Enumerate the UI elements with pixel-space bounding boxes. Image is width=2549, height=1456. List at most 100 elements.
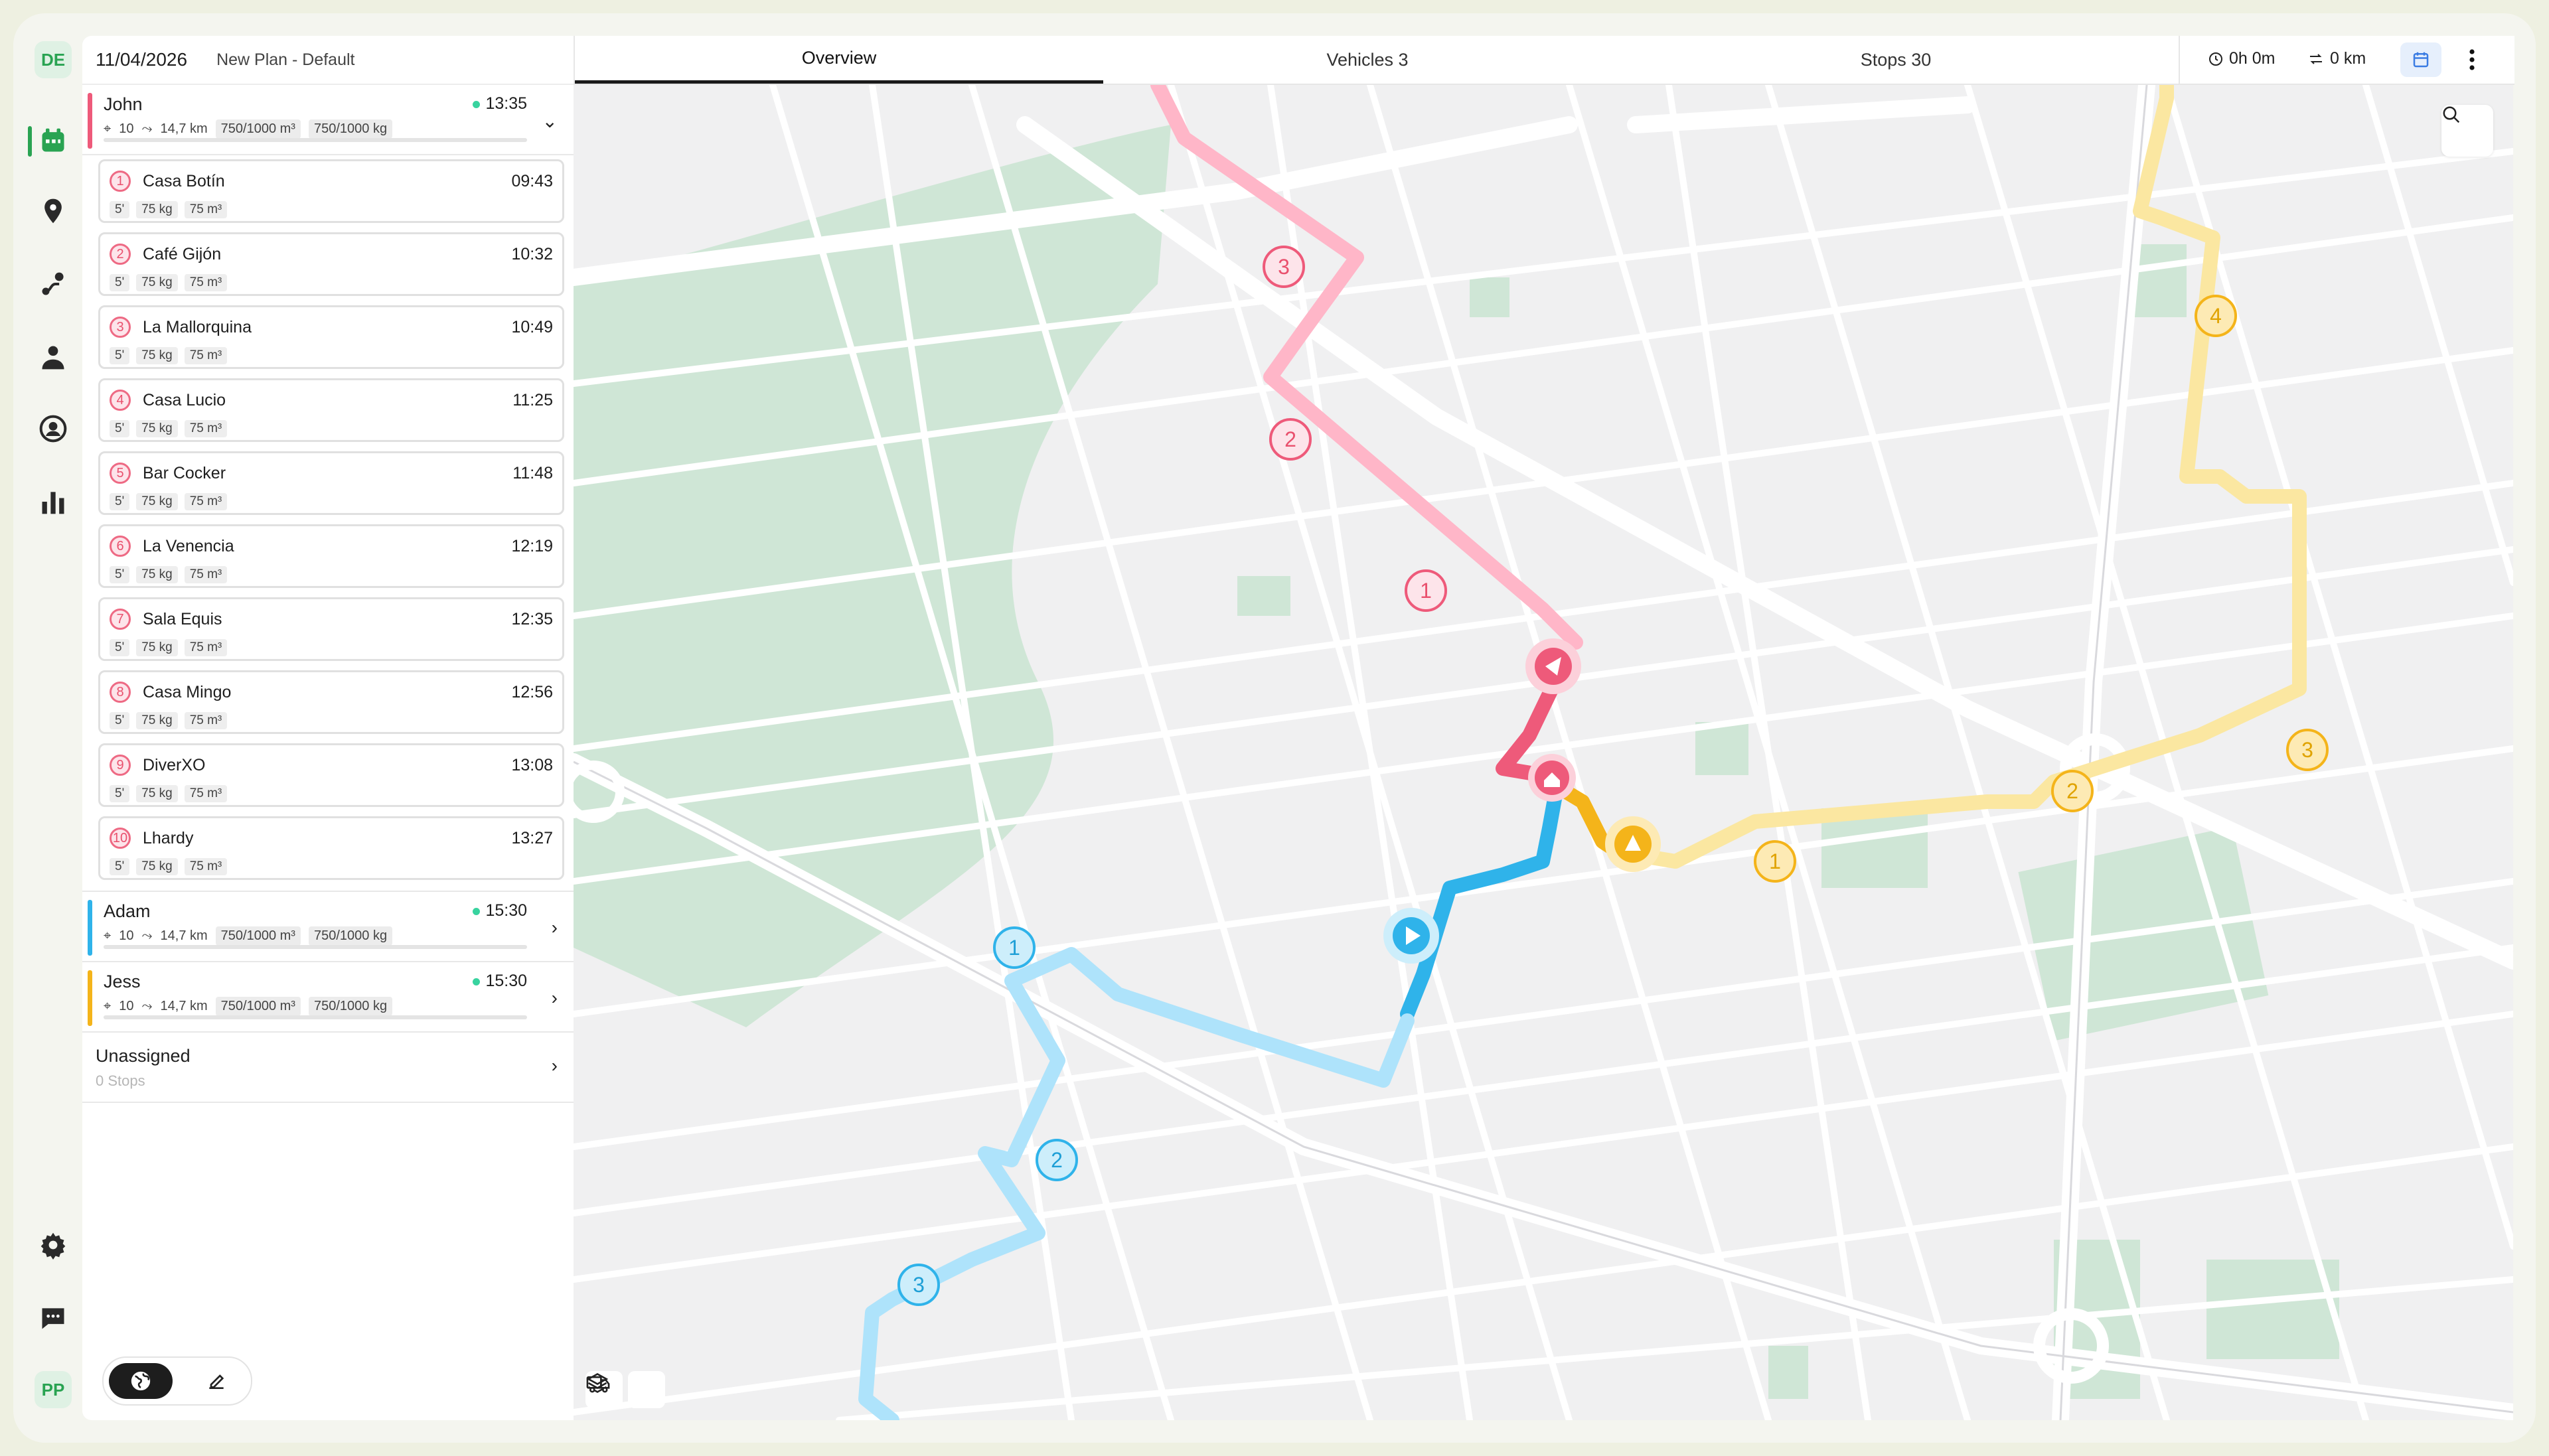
stop-card[interactable]: 6 La Venencia 12:19 5' 75 kg 75 m³ — [98, 524, 564, 588]
stop-number: 7 — [110, 609, 131, 630]
vehicle-name: Adam — [104, 901, 151, 921]
vehicle-stop-count: 10 — [119, 999, 134, 1013]
svg-text:2: 2 — [1284, 427, 1296, 451]
calendar-icon[interactable] — [33, 121, 73, 161]
stop-card[interactable]: 3 La Mallorquina 10:49 5' 75 kg 75 m³ — [98, 305, 564, 369]
view-mode-toggle — [102, 1356, 252, 1406]
stop-name: Bar Cocker — [143, 464, 226, 482]
vehicle-row-john[interactable]: John 13:35 ⌖ 10 ⤳ 14,7 km 750/1000 m³ 750/… — [82, 85, 574, 155]
stop-card[interactable]: 5 Bar Cocker 11:48 5' 75 kg 75 m³ — [98, 451, 564, 515]
search-icon[interactable] — [2441, 105, 2493, 157]
chat-icon[interactable] — [33, 1298, 73, 1338]
vehicle-row-adam[interactable]: Adam 15:30 ⌖ 10 ⤳ 14,7 km 750/1000 m³ 750/… — [82, 891, 574, 962]
clock-icon — [2209, 52, 2222, 66]
map-stop-yellow-1: 1 — [1754, 840, 1796, 883]
chevron-right-icon[interactable]: › — [552, 987, 558, 1009]
chevron-down-icon[interactable]: ⌄ — [542, 110, 558, 132]
chevron-right-icon[interactable]: › — [552, 1055, 558, 1076]
stop-name: La Mallorquina — [143, 318, 252, 336]
plan-name[interactable]: New Plan - Default — [216, 50, 354, 70]
vehicle-weight: 750/1000 kg — [308, 997, 393, 1016]
unassigned-count: 0 Stops — [96, 1072, 145, 1089]
workspace-badge[interactable]: DE — [35, 41, 72, 78]
svg-text:4: 4 — [2210, 304, 2222, 328]
user-circle-icon[interactable] — [33, 409, 73, 449]
vehicle-stats: ⌖ 10 ⤳ 14,7 km 750/1000 m³ 750/1000 kg — [104, 926, 393, 946]
stop-card[interactable]: 2 Café Gijón 10:32 5' 75 kg 75 m³ — [98, 232, 564, 296]
stop-card[interactable]: 1 Casa Botín 09:43 5' 75 kg 75 m³ — [98, 159, 564, 223]
stop-list: 1 Casa Botín 09:43 5' 75 kg 75 m³ 2 Café Gijón… — [82, 155, 574, 891]
stop-card[interactable]: 4 Casa Lucio 11:25 5' 75 kg 75 m³ — [98, 378, 564, 442]
stop-card[interactable]: 10 Lhardy 13:27 5' 75 kg 75 m³ — [98, 816, 564, 880]
stop-number: 1 — [110, 171, 131, 192]
stop-meta: 5' 75 kg 75 m³ — [110, 566, 228, 583]
vehicle-volume: 750/1000 m³ — [215, 119, 301, 139]
tab-stops[interactable]: Stops 30 — [1632, 36, 2160, 84]
map-pin-icon[interactable] — [33, 191, 73, 231]
svg-text:3: 3 — [2301, 738, 2313, 762]
stop-time: 13:27 — [511, 829, 553, 847]
stop-time: 12:56 — [511, 683, 553, 701]
route-icon: ⤳ — [141, 928, 153, 943]
more-options-icon[interactable] — [2459, 42, 2485, 77]
vehicle-row-jess[interactable]: Jess 15:30 ⌖ 10 ⤳ 14,7 km 750/1000 m³ 750/… — [82, 962, 574, 1033]
stop-time: 09:43 — [511, 172, 553, 190]
gear-icon[interactable] — [33, 1225, 73, 1265]
stop-card[interactable]: 7 Sala Equis 12:35 5' 75 kg 75 m³ — [98, 597, 564, 661]
route-icon: ⤳ — [141, 999, 153, 1013]
vehicle-stop-count: 10 — [119, 928, 134, 943]
driver-icon[interactable] — [33, 337, 73, 377]
stop-card[interactable]: 8 Casa Mingo 12:56 5' 75 kg 75 m³ — [98, 670, 564, 734]
user-avatar[interactable]: PP — [35, 1371, 72, 1408]
bar-chart-icon[interactable] — [33, 482, 73, 522]
route-icon[interactable] — [33, 264, 73, 304]
plan-date[interactable]: 11/04/2026 — [96, 49, 187, 70]
pin-icon: ⌖ — [104, 928, 112, 943]
map-stop-blue-1: 1 — [993, 926, 1036, 969]
stop-name: Lhardy — [143, 829, 194, 847]
divider — [2179, 36, 2180, 84]
truck-icon[interactable] — [586, 1371, 665, 1408]
stop-number: 3 — [110, 317, 131, 338]
tab-vehicles[interactable]: Vehicles 3 — [1103, 36, 1632, 84]
vehicle-weight: 750/1000 kg — [308, 119, 393, 139]
stop-card[interactable]: 9 DiverXO 13:08 5' 75 kg 75 m³ — [98, 743, 564, 807]
stop-name: Café Gijón — [143, 245, 222, 263]
vehicle-color-stripe — [88, 970, 92, 1026]
chevron-right-icon[interactable]: › — [552, 917, 558, 938]
map-stop-pink-2: 2 — [1269, 418, 1312, 461]
vehicle-distance: 14,7 km — [160, 999, 208, 1013]
vehicle-progress-bar — [104, 945, 527, 949]
stop-number: 10 — [110, 828, 131, 849]
route-map[interactable]: 3 2 1 1 2 3 1 2 3 4 — [574, 85, 2513, 1420]
svg-text:1: 1 — [1769, 849, 1781, 873]
total-duration: 0h 0m — [2208, 49, 2275, 68]
stop-meta: 5' 75 kg 75 m³ — [110, 274, 228, 291]
unassigned-row[interactable]: Unassigned 0 Stops › — [82, 1033, 574, 1103]
vehicle-progress-bar — [104, 1015, 527, 1019]
vehicle-name: Jess — [104, 972, 141, 991]
pin-icon: ⌖ — [104, 121, 112, 136]
stop-number: 6 — [110, 536, 131, 557]
vehicle-distance: 14,7 km — [160, 928, 208, 943]
unassigned-label: Unassigned — [96, 1046, 191, 1066]
stop-meta: 5' 75 kg 75 m³ — [110, 493, 228, 510]
calendar-icon[interactable] — [2400, 42, 2441, 77]
stop-number: 5 — [110, 463, 131, 484]
tab-overview[interactable]: Overview — [575, 36, 1103, 84]
globe-icon[interactable] — [109, 1363, 173, 1399]
app-window: DE PP 11/04/2026 New Plan - Default John… — [13, 13, 2536, 1443]
stop-meta: 5' 75 kg 75 m³ — [110, 858, 228, 875]
stop-time: 10:49 — [511, 318, 553, 336]
stop-name: Casa Lucio — [143, 391, 226, 409]
status-dot — [473, 100, 481, 108]
vehicle-stop-count: 10 — [119, 121, 134, 136]
stop-time: 10:32 — [511, 245, 553, 263]
stop-name: La Venencia — [143, 537, 234, 555]
stop-number: 2 — [110, 244, 131, 265]
svg-text:1: 1 — [1008, 936, 1020, 960]
status-dot — [473, 907, 481, 915]
edit-icon[interactable] — [190, 1363, 243, 1399]
stop-name: Casa Botín — [143, 172, 225, 190]
status-dot — [473, 978, 481, 985]
